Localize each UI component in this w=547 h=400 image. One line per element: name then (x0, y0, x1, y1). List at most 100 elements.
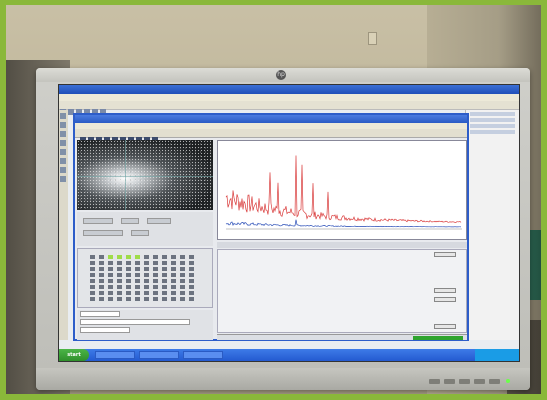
plate-well[interactable] (189, 291, 194, 295)
plate-well[interactable] (189, 261, 194, 265)
plate-well[interactable] (117, 279, 122, 283)
plate-well[interactable] (162, 285, 167, 289)
plate-well[interactable] (108, 273, 113, 277)
image-control-button[interactable] (131, 230, 149, 236)
plate-well[interactable] (99, 267, 104, 271)
image-control-button[interactable] (121, 218, 139, 224)
plate-well[interactable] (135, 255, 140, 259)
plate-well[interactable] (108, 279, 113, 283)
monitor-button[interactable] (489, 379, 500, 384)
plate-well[interactable] (90, 297, 95, 301)
tool-icon[interactable] (60, 176, 66, 182)
plate-well[interactable] (126, 291, 131, 295)
sample-image-view[interactable] (77, 140, 213, 210)
plate-well[interactable] (90, 273, 95, 277)
monitor-button[interactable] (459, 379, 470, 384)
plate-well[interactable] (99, 255, 104, 259)
plate-well[interactable] (162, 297, 167, 301)
field-input[interactable] (80, 327, 130, 333)
monitor-button[interactable] (429, 379, 440, 384)
plate-well[interactable] (126, 297, 131, 301)
plate-well[interactable] (90, 291, 95, 295)
taskbar-item[interactable] (139, 351, 179, 359)
plate-well[interactable] (153, 291, 158, 295)
plate-well[interactable] (144, 279, 149, 283)
plate-well[interactable] (171, 261, 176, 265)
plate-well[interactable] (108, 255, 113, 259)
plate-well[interactable] (90, 255, 95, 259)
plate-well[interactable] (117, 297, 122, 301)
plate-well[interactable] (180, 279, 185, 283)
plate-well[interactable] (162, 291, 167, 295)
panel-row[interactable] (470, 130, 515, 134)
tool-icon[interactable] (60, 122, 66, 128)
plate-well[interactable] (180, 273, 185, 277)
tool-icon[interactable] (60, 167, 66, 173)
plate-well[interactable] (144, 261, 149, 265)
plate-well[interactable] (90, 261, 95, 265)
panel-row[interactable] (470, 118, 515, 122)
plate-well[interactable] (180, 285, 185, 289)
image-control-field[interactable] (83, 218, 113, 224)
plate-well[interactable] (90, 279, 95, 283)
plate-well[interactable] (99, 285, 104, 289)
panel-row[interactable] (470, 124, 515, 128)
plate-well[interactable] (117, 261, 122, 265)
plate-well[interactable] (171, 267, 176, 271)
plate-well[interactable] (135, 261, 140, 265)
plate-well[interactable] (189, 267, 194, 271)
plate-well[interactable] (180, 267, 185, 271)
field-input[interactable] (80, 311, 120, 317)
plate-well[interactable] (180, 297, 185, 301)
plate-well[interactable] (162, 261, 167, 265)
plate-well[interactable] (153, 273, 158, 277)
taskbar-item[interactable] (95, 351, 135, 359)
plate-well[interactable] (171, 285, 176, 289)
plate-well[interactable] (135, 297, 140, 301)
plate-well[interactable] (126, 273, 131, 277)
tool-icon[interactable] (60, 149, 66, 155)
plate-well[interactable] (153, 261, 158, 265)
plate-well[interactable] (117, 285, 122, 289)
plate-well[interactable] (162, 273, 167, 277)
plate-well[interactable] (135, 273, 140, 277)
plate-well[interactable] (135, 285, 140, 289)
plate-well[interactable] (144, 297, 149, 301)
plate-well[interactable] (99, 273, 104, 277)
plate-well[interactable] (99, 297, 104, 301)
plate-well[interactable] (126, 255, 131, 259)
image-control-field[interactable] (83, 230, 123, 236)
property-button[interactable] (434, 252, 456, 257)
field-input[interactable] (80, 319, 190, 325)
plate-well[interactable] (189, 273, 194, 277)
plate-well[interactable] (117, 267, 122, 271)
plate-well[interactable] (144, 273, 149, 277)
plate-well[interactable] (126, 285, 131, 289)
plate-well[interactable] (171, 279, 176, 283)
plate-well[interactable] (171, 273, 176, 277)
plate-well[interactable] (135, 267, 140, 271)
plate-well[interactable] (144, 291, 149, 295)
plate-well[interactable] (189, 297, 194, 301)
plate-well[interactable] (180, 291, 185, 295)
target-plate-grid[interactable] (86, 253, 204, 305)
target-plate-view[interactable] (77, 248, 213, 308)
plate-well[interactable] (117, 273, 122, 277)
plate-well[interactable] (162, 279, 167, 283)
plate-well[interactable] (99, 291, 104, 295)
plate-well[interactable] (171, 297, 176, 301)
image-control-field[interactable] (147, 218, 171, 224)
plate-well[interactable] (189, 285, 194, 289)
plate-well[interactable] (90, 267, 95, 271)
plate-well[interactable] (135, 291, 140, 295)
tool-icon[interactable] (60, 158, 66, 164)
start-button[interactable]: start (59, 349, 89, 361)
plate-well[interactable] (144, 255, 149, 259)
property-button[interactable] (434, 324, 456, 329)
plate-well[interactable] (126, 279, 131, 283)
property-button[interactable] (434, 297, 456, 302)
plate-well[interactable] (90, 285, 95, 289)
plate-well[interactable] (144, 285, 149, 289)
plate-well[interactable] (126, 261, 131, 265)
plate-well[interactable] (144, 267, 149, 271)
